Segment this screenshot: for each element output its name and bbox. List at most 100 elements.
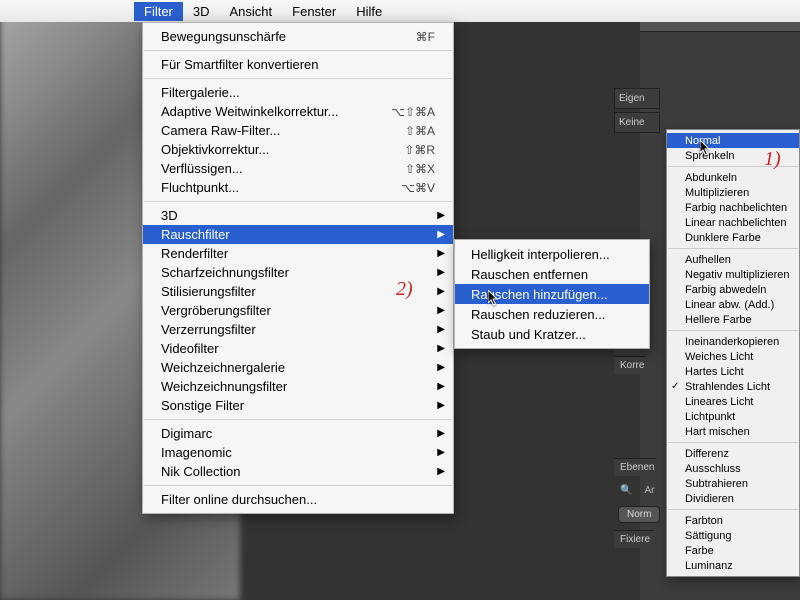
application-menubar: Filter 3D Ansicht Fenster Hilfe [0, 0, 800, 22]
menu-item-imagenomic[interactable]: Imagenomic▶ [143, 443, 453, 462]
submenu-item-rauschen-hinzufuegen[interactable]: Rauschen hinzufügen... [455, 284, 649, 304]
blend-hartes-licht[interactable]: Hartes Licht [667, 364, 799, 379]
menu-item-camera-raw[interactable]: Camera Raw-Filter...⇧⌘A [143, 121, 453, 140]
menu-item-label: Für Smartfilter konvertieren [161, 57, 435, 72]
menu-item-stilisierungsfilter[interactable]: Stilisierungsfilter▶ [143, 282, 453, 301]
blend-farbton[interactable]: Farbton [667, 513, 799, 528]
blend-label: Farbe [685, 545, 714, 557]
menu-item-nik-collection[interactable]: Nik Collection▶ [143, 462, 453, 481]
menu-separator [144, 50, 452, 51]
check-icon: ✓ [671, 381, 679, 392]
submenu-item-rauschen-entfernen[interactable]: Rauschen entfernen [455, 264, 649, 284]
blend-differenz[interactable]: Differenz [667, 446, 799, 461]
menu-item-label: Nik Collection [161, 464, 435, 479]
menu-item-renderfilter[interactable]: Renderfilter▶ [143, 244, 453, 263]
menu-ansicht[interactable]: Ansicht [220, 2, 283, 21]
blend-lichtpunkt[interactable]: Lichtpunkt [667, 409, 799, 424]
menu-item-convert-smartfilter[interactable]: Für Smartfilter konvertieren [143, 55, 453, 74]
menu-item-weichzeichnungsfilter[interactable]: Weichzeichnungsfilter▶ [143, 377, 453, 396]
menu-item-label: Verzerrungsfilter [161, 322, 435, 337]
submenu-item-rauschen-reduzieren[interactable]: Rauschen reduzieren... [455, 304, 649, 324]
blend-label: Negativ multiplizieren [685, 269, 790, 281]
blend-ineinanderkopieren[interactable]: Ineinanderkopieren [667, 334, 799, 349]
submenu-arrow-icon: ▶ [437, 447, 445, 458]
menu-item-videofilter[interactable]: Videofilter▶ [143, 339, 453, 358]
submenu-arrow-icon: ▶ [437, 362, 445, 373]
blend-aufhellen[interactable]: Aufhellen [667, 252, 799, 267]
blend-negativ-multiplizieren[interactable]: Negativ multiplizieren [667, 267, 799, 282]
menu-hilfe[interactable]: Hilfe [346, 2, 392, 21]
blend-dividieren[interactable]: Dividieren [667, 491, 799, 506]
blend-label: Farbton [685, 515, 723, 527]
menu-item-weichzeichnergalerie[interactable]: Weichzeichnergalerie▶ [143, 358, 453, 377]
menu-item-verfluessigen[interactable]: Verflüssigen...⇧⌘X [143, 159, 453, 178]
menu-item-sonstige-filter[interactable]: Sonstige Filter▶ [143, 396, 453, 415]
blend-label: Abdunkeln [685, 172, 737, 184]
blend-subtrahieren[interactable]: Subtrahieren [667, 476, 799, 491]
menu-shortcut: ⇧⌘A [405, 124, 435, 138]
blend-luminanz[interactable]: Luminanz [667, 558, 799, 573]
menu-separator [668, 330, 798, 331]
blend-saettigung[interactable]: Sättigung [667, 528, 799, 543]
menu-item-label: Rauschen hinzufügen... [471, 287, 608, 302]
menu-item-verzerrungsfilter[interactable]: Verzerrungsfilter▶ [143, 320, 453, 339]
menu-item-label: 3D [161, 208, 435, 223]
layer-search-field[interactable]: 🔍Ar [614, 480, 660, 498]
blend-linear-nachbelichten[interactable]: Linear nachbelichten [667, 215, 799, 230]
submenu-arrow-icon: ▶ [437, 267, 445, 278]
blend-mode-dropdown[interactable]: Norm [618, 506, 660, 523]
submenu-arrow-icon: ▶ [437, 466, 445, 477]
blend-lineares-licht[interactable]: Lineares Licht [667, 394, 799, 409]
blend-linear-abw[interactable]: Linear abw. (Add.) [667, 297, 799, 312]
menu-separator [144, 419, 452, 420]
blend-label: Sprenkeln [685, 150, 735, 162]
panel-tab-layers[interactable]: Ebenen [614, 458, 656, 476]
blend-sprenkeln[interactable]: Sprenkeln [667, 148, 799, 163]
submenu-arrow-icon: ▶ [437, 305, 445, 316]
menu-item-last-filter[interactable]: Bewegungsunschärfe ⌘F [143, 27, 453, 46]
blend-label: Differenz [685, 448, 729, 460]
menu-item-label: Staub und Kratzer... [471, 327, 586, 342]
menu-fenster[interactable]: Fenster [282, 2, 346, 21]
submenu-item-staub-kratzer[interactable]: Staub und Kratzer... [455, 324, 649, 344]
blend-multiplizieren[interactable]: Multiplizieren [667, 185, 799, 200]
menu-item-rauschfilter[interactable]: Rauschfilter▶ [143, 225, 453, 244]
menu-item-objektivkorrektur[interactable]: Objektivkorrektur...⇧⌘R [143, 140, 453, 159]
menu-item-label: Scharfzeichnungsfilter [161, 265, 435, 280]
blend-normal[interactable]: Normal [667, 133, 799, 148]
blend-label: Lichtpunkt [685, 411, 735, 423]
menu-shortcut: ⌥⌘V [401, 181, 435, 195]
blend-label: Aufhellen [685, 254, 731, 266]
menu-item-filtergalerie[interactable]: Filtergalerie... [143, 83, 453, 102]
blend-hellere-farbe[interactable]: Hellere Farbe [667, 312, 799, 327]
menu-item-browse-filters-online[interactable]: Filter online durchsuchen... [143, 490, 453, 509]
menu-shortcut: ⇧⌘R [404, 143, 435, 157]
menu-item-scharfzeichnungsfilter[interactable]: Scharfzeichnungsfilter▶ [143, 263, 453, 282]
menu-item-label: Vergröberungsfilter [161, 303, 435, 318]
blend-farbe[interactable]: Farbe [667, 543, 799, 558]
submenu-item-helligkeit-interpolieren[interactable]: Helligkeit interpolieren... [455, 244, 649, 264]
blend-strahlendes-licht[interactable]: ✓Strahlendes Licht [667, 379, 799, 394]
menu-item-vergroeberungsfilter[interactable]: Vergröberungsfilter▶ [143, 301, 453, 320]
submenu-arrow-icon: ▶ [437, 343, 445, 354]
menu-item-fluchtpunkt[interactable]: Fluchtpunkt...⌥⌘V [143, 178, 453, 197]
menu-item-adaptive-weitwinkel[interactable]: Adaptive Weitwinkelkorrektur...⌥⇧⌘A [143, 102, 453, 121]
menu-item-3d-filters[interactable]: 3D▶ [143, 206, 453, 225]
menu-3d[interactable]: 3D [183, 2, 220, 21]
panel-tab-properties[interactable]: Eigen [614, 88, 660, 109]
menu-item-label: Adaptive Weitwinkelkorrektur... [161, 104, 391, 119]
menu-filter[interactable]: Filter [134, 2, 183, 21]
menu-item-digimarc[interactable]: Digimarc▶ [143, 424, 453, 443]
menu-item-label: Rauschfilter [161, 227, 435, 242]
blend-weiches-licht[interactable]: Weiches Licht [667, 349, 799, 364]
blend-farbig-nachbelichten[interactable]: Farbig nachbelichten [667, 200, 799, 215]
blend-abdunkeln[interactable]: Abdunkeln [667, 170, 799, 185]
menu-item-label: Digimarc [161, 426, 435, 441]
filter-dropdown: Bewegungsunschärfe ⌘F Für Smartfilter ko… [142, 22, 454, 514]
blend-farbig-abwedeln[interactable]: Farbig abwedeln [667, 282, 799, 297]
blend-hart-mischen[interactable]: Hart mischen [667, 424, 799, 439]
menu-item-label: Helligkeit interpolieren... [471, 247, 610, 262]
blend-dunklere-farbe[interactable]: Dunklere Farbe [667, 230, 799, 245]
panel-tab-korrekturen[interactable]: Korre [614, 356, 646, 374]
blend-ausschluss[interactable]: Ausschluss [667, 461, 799, 476]
